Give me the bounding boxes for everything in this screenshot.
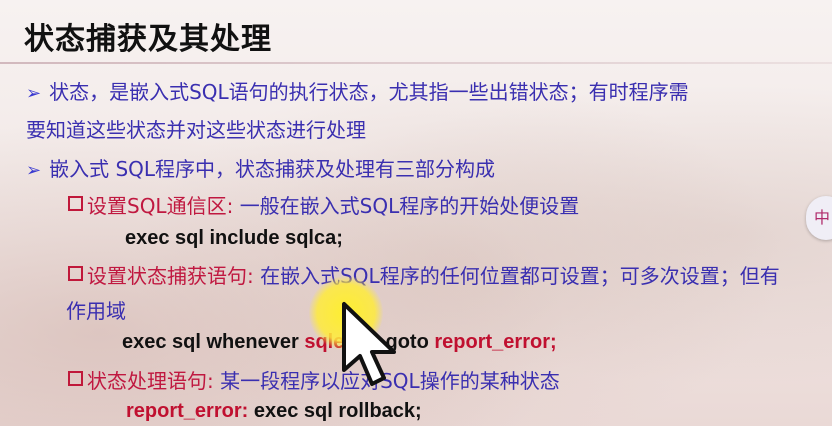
code-label-report-error: report_error: <box>126 400 249 422</box>
square-bullet-icon <box>68 371 83 386</box>
square-bullet-icon <box>68 196 83 211</box>
sub-item-sqlca: 设置SQL通信区: 一般在嵌入式SQL程序的开始处便设置 <box>68 190 579 219</box>
code-segment: exec sql whenever <box>122 331 299 353</box>
arrow-bullet-icon: ➢ <box>26 160 42 181</box>
arrow-bullet-icon: ➢ <box>26 83 42 104</box>
code-segment: exec sql rollback; <box>253 400 422 422</box>
slide-title: 状态捕获及其处理 <box>24 22 272 57</box>
sub-item-label: 设置SQL通信区: <box>87 194 234 218</box>
bullet-1-line-2: 要知道这些状态并对这些状态进行处理 <box>26 118 366 142</box>
code-rollback: report_error: exec sql rollback; <box>126 400 422 423</box>
title-divider <box>0 62 832 64</box>
sub-item-label: 状态处理语句: <box>87 369 214 393</box>
square-bullet-icon <box>68 266 83 281</box>
bullet-2-text: 嵌入式 SQL程序中，状态捕获及处理有三部分构成 <box>49 157 496 181</box>
bullet-1-line-1: ➢ 状态，是嵌入式SQL语句的执行状态，尤其指一些出错状态；有时程序需 <box>26 76 689 105</box>
sub-item-desc: 一般在嵌入式SQL程序的开始处便设置 <box>239 194 580 218</box>
mouse-pointer-icon <box>342 302 396 386</box>
sub-item-label: 设置状态捕获语句: <box>87 264 254 288</box>
sub-item-handler: 状态处理语句: 某一段程序以应对SQL操作的某种状态 <box>68 365 560 394</box>
bullet-1-text: 状态，是嵌入式SQL语句的执行状态，尤其指一些出错状态；有时程序需 <box>49 80 689 104</box>
sub-item-desc-line-2: 作用域 <box>66 299 126 323</box>
code-label-report-error: report_error; <box>434 331 557 353</box>
bullet-2-line: ➢ 嵌入式 SQL程序中，状态捕获及处理有三部分构成 <box>26 153 495 182</box>
code-include-sqlca: exec sql include sqlca; <box>125 227 343 249</box>
sub-item-whenever: 设置状态捕获语句: 在嵌入式SQL程序的任何位置都可设置；可多次设置；但有 <box>68 260 780 289</box>
